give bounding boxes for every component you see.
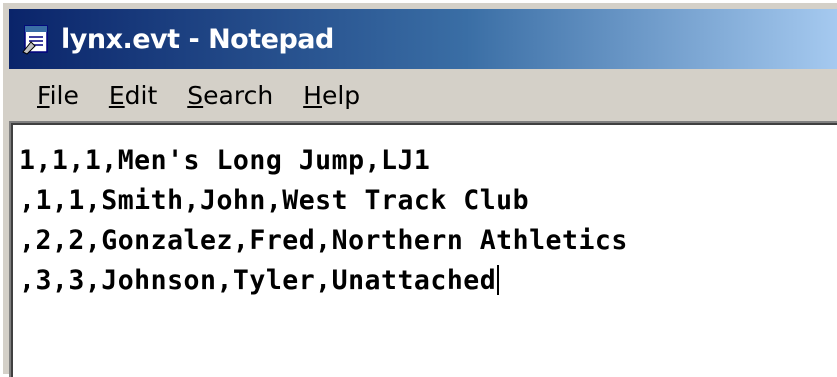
text-caret (497, 265, 500, 295)
menu-search[interactable]: Search (185, 79, 275, 112)
text-line-2: ,1,1,Smith,John,West Track Club (19, 185, 530, 216)
text-line-1: 1,1,1,Men's Long Jump,LJ1 (19, 145, 431, 176)
title-bar[interactable]: lynx.evt - Notepad (9, 9, 837, 69)
menu-file[interactable]: File (35, 79, 81, 112)
text-editor[interactable]: 1,1,1,Men's Long Jump,LJ1 ,1,1,Smith,Joh… (13, 125, 837, 377)
text-line-4-content: ,3,3,Johnson,Tyler,Unattached (19, 265, 497, 296)
window-title: lynx.evt - Notepad (61, 23, 334, 55)
notepad-window: lynx.evt - Notepad File Edit Search Help… (0, 0, 837, 377)
menu-edit[interactable]: Edit (107, 79, 159, 112)
text-line-4: ,3,3,Johnson,Tyler,Unattached (19, 261, 837, 301)
menu-bar: File Edit Search Help (9, 71, 837, 119)
notepad-icon[interactable] (19, 22, 53, 56)
menu-help[interactable]: Help (301, 79, 362, 112)
editor-frame: 1,1,1,Men's Long Jump,LJ1 ,1,1,Smith,Joh… (9, 121, 837, 377)
text-line-3: ,2,2,Gonzalez,Fred,Northern Athletics (19, 225, 628, 256)
